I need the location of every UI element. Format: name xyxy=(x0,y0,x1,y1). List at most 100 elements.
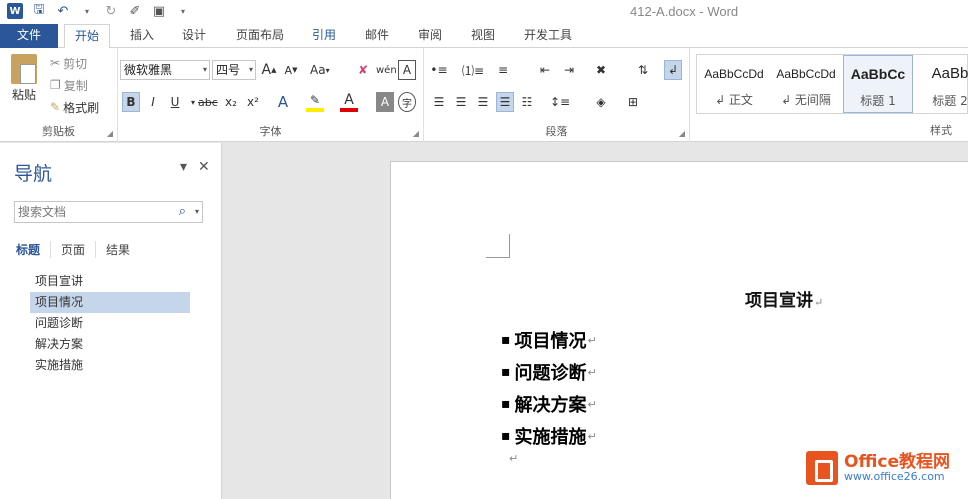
tab-file[interactable]: 文件 xyxy=(0,24,58,48)
cut-button[interactable]: ✂ 剪切 xyxy=(50,54,87,72)
font-color-button[interactable]: A xyxy=(340,92,358,112)
text-effects-icon[interactable]: A xyxy=(274,92,292,112)
strikethrough-button[interactable]: abc xyxy=(198,92,218,112)
font-name-combo[interactable]: 微软雅黑 ▾ xyxy=(120,60,210,80)
format-painter-button[interactable]: ✎ 格式刷 xyxy=(50,98,99,116)
show-formatting-marks-icon[interactable]: ↲ xyxy=(664,60,682,80)
character-border-icon[interactable]: A xyxy=(398,60,416,80)
change-case-icon: Aa xyxy=(310,63,326,77)
style-no-spacing[interactable]: AaBbCcDd ↲ 无间隔 xyxy=(771,55,841,113)
change-case-button[interactable]: Aa ▾ xyxy=(310,60,330,80)
heading-item[interactable]: 项目宣讲 xyxy=(30,271,190,292)
italic-button[interactable]: I xyxy=(144,92,162,112)
list-item-text: 实施措施 xyxy=(514,427,587,448)
customize-qat-icon[interactable]: ▾ xyxy=(174,2,192,20)
numbering-icon[interactable]: ⑴≡ xyxy=(462,60,484,80)
margin-corner-mark xyxy=(486,234,510,258)
undo-icon[interactable]: ↶ xyxy=(54,2,72,20)
tab-insert[interactable]: 插入 xyxy=(124,24,160,48)
bold-button[interactable]: B xyxy=(122,92,140,112)
tab-references[interactable]: 引用 xyxy=(306,24,342,48)
copy-button[interactable]: ❐ 复制 xyxy=(50,76,88,94)
font-size-combo[interactable]: 四号 ▾ xyxy=(212,60,256,80)
align-left-icon[interactable]: ☰ xyxy=(430,92,448,112)
undo-dropdown-icon[interactable]: ▾ xyxy=(78,2,96,20)
list-item[interactable]: ▪ 项目情况 ↵ xyxy=(501,324,597,356)
save-icon[interactable]: 🖫 xyxy=(30,2,48,20)
borders-icon[interactable]: ⊞ xyxy=(624,92,642,112)
tab-review[interactable]: 审阅 xyxy=(412,24,448,48)
search-input[interactable]: 搜索文档 ⌕ ▾ xyxy=(14,201,203,223)
heading-item[interactable]: 解决方案 xyxy=(30,334,190,355)
align-right-icon[interactable]: ☰ xyxy=(474,92,492,112)
bullet-list: ▪ 项目情况 ↵ ▪ 问题诊断 ↵ ▪ 解决方案 ↵ ▪ 实施措施 ↵ xyxy=(501,324,597,452)
style-heading-1[interactable]: AaBbCc 标题 1 xyxy=(843,55,913,113)
grow-font-button[interactable]: A ▲ xyxy=(260,60,278,80)
close-icon[interactable]: ✕ xyxy=(198,159,210,175)
font-launcher-icon[interactable]: ◢ xyxy=(413,129,419,138)
superscript-button[interactable]: x² xyxy=(244,92,262,112)
spelling-icon[interactable]: ✐ xyxy=(126,2,144,20)
heading-item[interactable]: 项目情况 xyxy=(30,292,190,313)
style-name: 标题 2 xyxy=(932,94,968,108)
style-name: ↲ 正文 xyxy=(715,93,753,107)
highlight-icon[interactable]: ✎ xyxy=(306,92,324,112)
heading-item[interactable]: 问题诊断 xyxy=(30,313,190,334)
asian-layout-icon[interactable]: ✖ xyxy=(592,60,610,80)
doc-title[interactable]: 项目宣讲↵ xyxy=(745,286,823,311)
search-icon[interactable]: ⌕ xyxy=(179,202,186,222)
increase-indent-icon[interactable]: ⇥ xyxy=(560,60,578,80)
paste-button[interactable]: 粘贴 xyxy=(6,54,42,114)
document-area[interactable]: 项目宣讲↵ ▪ 项目情况 ↵ ▪ 问题诊断 ↵ ▪ 解决方案 ↵ ▪ 实施措施 ↵ ↵ xyxy=(223,143,968,499)
tab-layout[interactable]: 页面布局 xyxy=(230,24,290,48)
tab-pages[interactable]: 页面 xyxy=(51,241,97,258)
touch-mode-icon[interactable]: ▣ xyxy=(150,2,168,20)
paragraph-group-label: 段落 xyxy=(545,125,568,138)
line-spacing-icon[interactable]: ↕≡ xyxy=(550,92,570,112)
shading-icon[interactable]: ◈ xyxy=(592,92,610,112)
subscript-button[interactable]: x₂ xyxy=(222,92,240,112)
tab-view[interactable]: 视图 xyxy=(465,24,501,48)
tab-design[interactable]: 设计 xyxy=(176,24,212,48)
list-item[interactable]: ▪ 实施措施 ↵ xyxy=(501,420,597,452)
paragraph-mark: ↵ xyxy=(587,333,597,347)
justify-icon[interactable]: ☰ xyxy=(496,92,514,112)
chevron-down-icon: ▾ xyxy=(202,65,207,74)
character-shading-icon[interactable]: A xyxy=(376,92,394,112)
bullets-icon[interactable]: •≡ xyxy=(430,60,448,80)
chevron-down-icon[interactable]: ▾ xyxy=(195,202,199,222)
shrink-font-button[interactable]: A ▼ xyxy=(282,60,300,80)
enclose-characters-icon[interactable]: 字 xyxy=(398,92,416,112)
tab-home[interactable]: 开始 xyxy=(64,24,110,49)
clear-format-icon[interactable]: ✘ xyxy=(354,60,372,80)
underline-button[interactable]: U xyxy=(166,92,184,112)
multilevel-list-icon[interactable]: ≡ xyxy=(494,60,512,80)
distributed-icon[interactable]: ☷ xyxy=(518,92,536,112)
shrink-font-icon: A xyxy=(284,63,293,77)
decrease-indent-icon[interactable]: ⇤ xyxy=(536,60,554,80)
paragraph-launcher-icon[interactable]: ◢ xyxy=(679,129,685,138)
list-item[interactable]: ▪ 解决方案 ↵ xyxy=(501,388,597,420)
nav-options-icon[interactable]: ▾ xyxy=(180,159,187,175)
font-group: 微软雅黑 ▾ 四号 ▾ A ▲ A ▼ Aa ▾ ✘ wén A B I U ▾ abc … xyxy=(118,48,424,142)
tab-mailings[interactable]: 邮件 xyxy=(359,24,395,48)
clipboard-launcher-icon[interactable]: ◢ xyxy=(107,129,113,138)
style-sample: AaBbCcDd xyxy=(776,67,836,81)
style-heading-2[interactable]: AaBb 标题 2 xyxy=(915,55,968,113)
phonetic-guide-icon[interactable]: wén xyxy=(376,60,397,80)
sort-icon[interactable]: ⇅ xyxy=(634,60,652,80)
word-app-icon[interactable]: W xyxy=(6,2,24,20)
align-center-icon[interactable]: ☰ xyxy=(452,92,470,112)
tab-developer[interactable]: 开发工具 xyxy=(518,24,578,48)
list-item[interactable]: ▪ 问题诊断 ↵ xyxy=(501,356,597,388)
style-normal[interactable]: AaBbCcDd ↲ 正文 xyxy=(699,55,769,113)
copy-label: 复制 xyxy=(63,78,88,93)
tab-results[interactable]: 结果 xyxy=(96,241,140,258)
style-sample: AaBb xyxy=(931,65,968,82)
heading-item[interactable]: 实施措施 xyxy=(30,355,190,376)
redo-icon[interactable]: ↻ xyxy=(102,2,120,20)
chevron-down-icon: ▾ xyxy=(248,65,253,74)
tab-headings[interactable]: 标题 xyxy=(14,241,52,258)
quick-access-toolbar: W 🖫 ↶ ▾ ↻ ✐ ▣ ▾ xyxy=(6,2,192,20)
window-title: 412-A.docx - Word xyxy=(630,4,739,19)
